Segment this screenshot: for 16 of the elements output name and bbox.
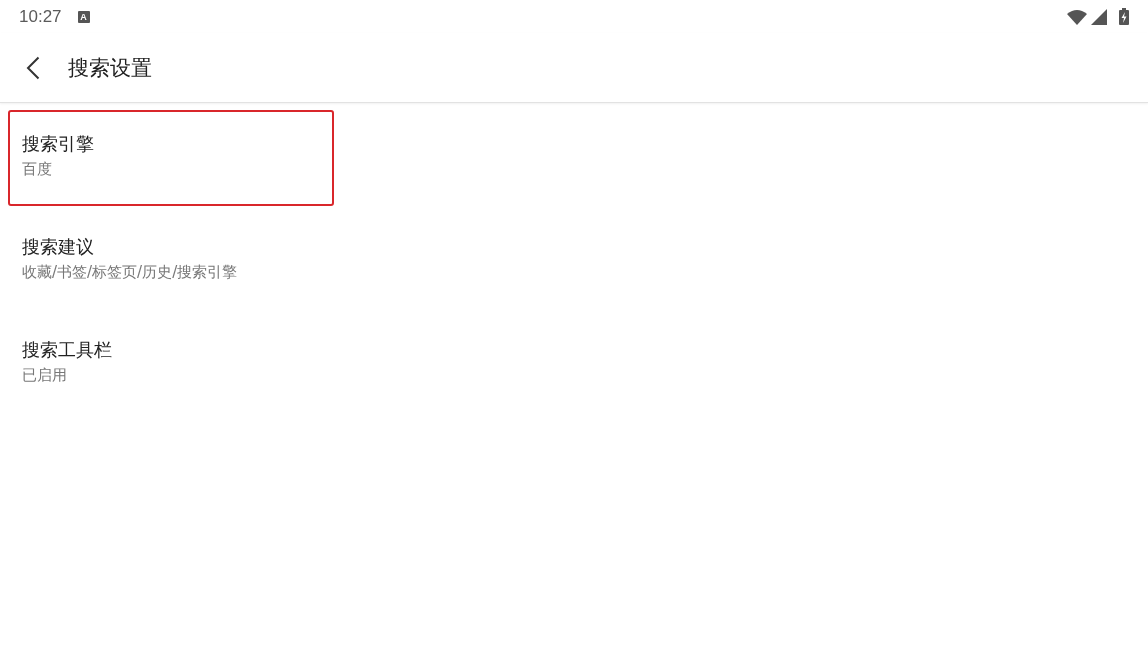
battery-charging-icon [1119, 8, 1129, 25]
setting-title: 搜索引擎 [22, 133, 94, 155]
setting-title: 搜索建议 [22, 236, 94, 258]
status-time: 10:27 [19, 6, 62, 27]
setting-title: 搜索工具栏 [22, 339, 112, 361]
setting-summary: 百度 [22, 160, 52, 178]
notification-icon: A [77, 10, 90, 23]
highlighted-setting-item[interactable]: 搜索引擎 百度 [8, 110, 334, 206]
setting-item[interactable]: 搜索工具栏 已启用 [8, 316, 334, 412]
page-title: 搜索设置 [68, 54, 152, 81]
setting-summary: 已启用 [22, 366, 67, 384]
wifi-icon [1067, 8, 1087, 25]
setting-summary: 收藏/书签/标签页/历史/搜索引擎 [22, 263, 238, 281]
signal-icon [1091, 8, 1107, 25]
chevron-left-icon [26, 55, 40, 80]
setting-item[interactable]: 搜索建议 收藏/书签/标签页/历史/搜索引擎 [8, 213, 334, 309]
